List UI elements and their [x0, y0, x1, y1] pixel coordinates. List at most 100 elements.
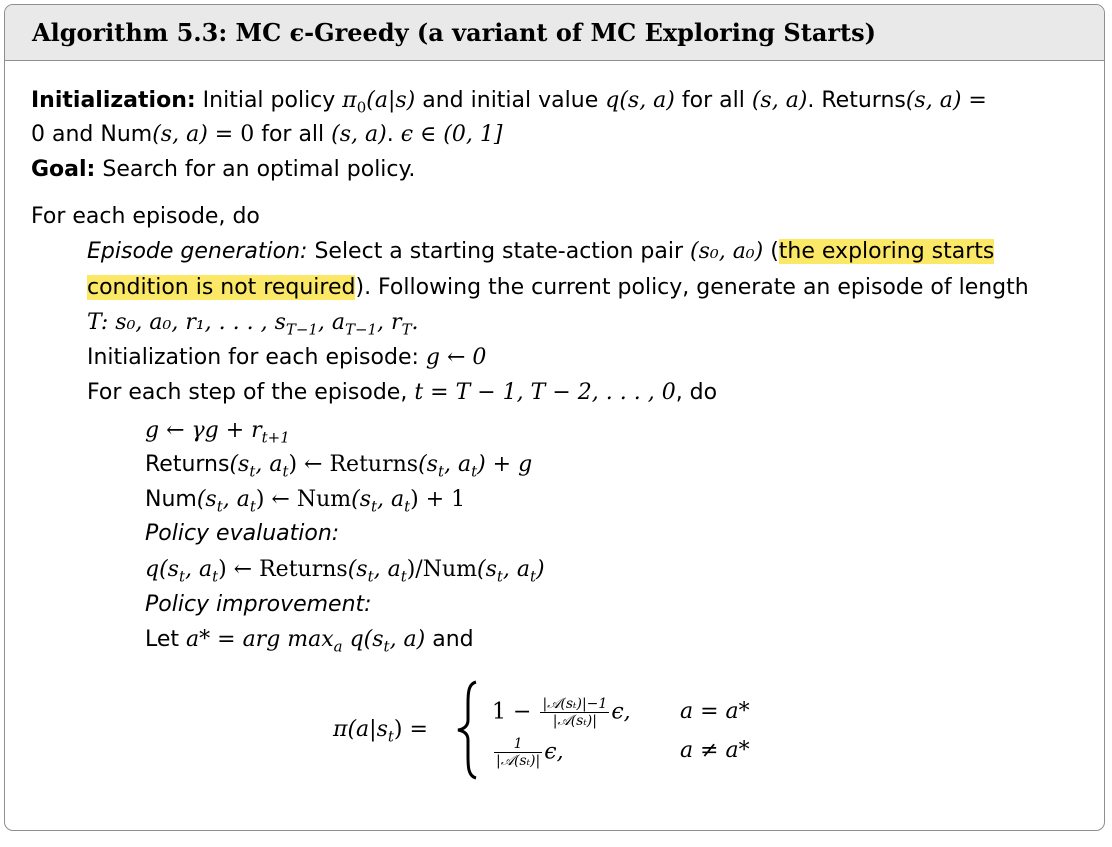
- left-brace-icon: [457, 680, 477, 780]
- case2-den: |𝒜(sₜ)|: [496, 753, 541, 769]
- pi-lhs: π(a|s: [333, 717, 388, 742]
- q-returns-a: , a: [373, 557, 401, 582]
- q-returns-s: (s: [347, 557, 368, 582]
- case1-fraction: |𝒜(sₜ)|−1 |𝒜(sₜ)|: [540, 696, 610, 729]
- q-arrow-returns: ) ← Returns: [218, 557, 348, 582]
- episode-generation-text: Select a starting state-action pair: [307, 239, 691, 264]
- do-text: , do: [675, 380, 718, 405]
- and-text: and: [425, 627, 474, 652]
- returns-s: (s: [229, 452, 250, 477]
- num-a-2: , a: [377, 487, 405, 512]
- sa-1: (s, a): [751, 88, 808, 113]
- sa-3: (s, a): [152, 122, 208, 147]
- q-num-s: (s: [476, 557, 497, 582]
- episode-seq-a: T: s₀, a₀, r₁, . . . , s: [87, 310, 286, 335]
- init-text-3: for all: [674, 88, 752, 113]
- algorithm-title: Algorithm 5.3: MC ϵ-Greedy (a variant of…: [5, 5, 1104, 61]
- episode-seq-c: , r: [377, 310, 402, 335]
- num-word: Num: [145, 487, 197, 512]
- num-plus-one: ) + 1: [410, 487, 466, 512]
- episode-generation-line-2: condition is not required). Following th…: [87, 273, 1029, 303]
- returns-arrow: ) ← Returns: [288, 452, 419, 477]
- case2-num: 1: [494, 736, 543, 753]
- highlight-text-2: condition is not required: [87, 275, 356, 300]
- init-line-1: Initialization: Initial policy π0(a|s) a…: [31, 86, 987, 116]
- episode-sequence-line: T: s₀, a₀, r₁, . . . , sT−1, aT−1, rT.: [87, 308, 419, 338]
- returns-a-2: , a: [443, 452, 472, 477]
- returns-word: Returns: [145, 452, 230, 477]
- a-star: a* = arg max: [186, 627, 334, 652]
- q-st: q(s: [342, 627, 384, 652]
- init-label: Initialization:: [31, 88, 196, 113]
- init-text-6: for all: [254, 122, 332, 147]
- for-each-step-line: For each step of the episode, t = T − 1,…: [87, 378, 717, 408]
- episode-seq-sub1: T−1: [285, 320, 318, 339]
- paren-open: (: [763, 239, 779, 264]
- episode-seq-end: .: [411, 310, 419, 335]
- init-each-episode-line: Initialization for each episode: g ← 0: [87, 343, 486, 373]
- sa-4: (s, a): [331, 122, 387, 147]
- goal-line: Goal: Search for an optimal policy.: [31, 155, 415, 185]
- policy-improvement-label: Policy improvement:: [145, 592, 372, 617]
- returns-update-line: Returns(st, at) ← Returns(st, at) + g: [145, 450, 532, 480]
- episode-generation-label: Episode generation:: [87, 239, 308, 264]
- init-text: Initial policy: [202, 88, 343, 113]
- case1-eps: ϵ,: [611, 699, 631, 725]
- pi-lhs-eq: ) =: [393, 717, 428, 742]
- num-s-2: (s: [351, 487, 372, 512]
- case-1: 1 − |𝒜(sₜ)|−1 |𝒜(sₜ)| ϵ,: [492, 696, 631, 729]
- q-num-a: , a: [502, 557, 530, 582]
- returns-a: , a: [255, 452, 283, 477]
- num-update-line: Num(st, at) ← Num(st, at) + 1: [145, 485, 465, 515]
- eps-range: ϵ ∈ (0, 1]: [400, 122, 503, 147]
- g-init: g ← 0: [425, 345, 487, 370]
- case1-num: |𝒜(sₜ)|−1: [540, 696, 610, 713]
- q-a: , a: [184, 557, 213, 582]
- policy-evaluation-label: Policy evaluation:: [145, 521, 340, 546]
- init-text-7: .: [386, 122, 401, 147]
- for-each-episode: For each episode, do: [31, 204, 260, 229]
- case-2: 1 |𝒜(sₜ)| ϵ,: [492, 736, 564, 769]
- init-line-2: 0 and Num(s, a) = 0 for all (s, a). ϵ ∈ …: [31, 120, 502, 150]
- q-s: q(s: [145, 557, 179, 582]
- pi0-args: (a|s): [366, 88, 416, 113]
- init-eq-2: = 0: [207, 122, 255, 147]
- init-text-2: and initial value: [415, 88, 606, 113]
- goal-label: Goal:: [31, 157, 96, 182]
- case2-fraction: 1 |𝒜(sₜ)|: [494, 736, 543, 769]
- sa-2: (s, a): [905, 88, 962, 113]
- for-each-step-text: For each step of the episode,: [87, 380, 415, 405]
- g-update-line: g ← γg + rt+1: [145, 416, 290, 446]
- episode-generation-line: Episode generation: Select a starting st…: [87, 237, 995, 267]
- case2-eps: ϵ,: [544, 739, 564, 765]
- case1-condition: a = a*: [680, 699, 750, 724]
- case1-prefix: 1 −: [492, 699, 532, 725]
- case2-condition: a ≠ a*: [680, 738, 750, 763]
- s0a0: (s₀, a₀): [690, 239, 764, 264]
- init-each-episode-text: Initialization for each episode:: [87, 345, 426, 370]
- let-a-star-line: Let a* = arg maxa q(st, a) and: [145, 625, 474, 655]
- returns-s-2: (s: [418, 452, 438, 477]
- q-update-line: q(st, at) ← Returns(st, at)/Num(st, at): [145, 555, 545, 585]
- g-update-sub: t+1: [261, 428, 290, 447]
- after-highlight: ). Following the current policy, generat…: [355, 275, 1029, 300]
- case1-den: |𝒜(sₜ)|: [552, 713, 597, 729]
- t-sequence: t = T − 1, T − 2, . . . , 0: [414, 380, 676, 405]
- argmax-sub: a: [333, 637, 343, 656]
- q-div-num: )/Num: [406, 557, 477, 582]
- q-close: ): [536, 557, 545, 582]
- policy-formula-lhs: π(a|st) =: [333, 715, 428, 745]
- init-text-5: 0 and Num: [31, 122, 153, 147]
- q-a-close: , a): [389, 627, 426, 652]
- pi0-symbol: π: [342, 88, 357, 113]
- episode-seq-sub3: T: [401, 320, 412, 339]
- returns-plus-g: ) + g: [477, 452, 533, 477]
- init-text-4: . Returns: [807, 88, 906, 113]
- init-eq: =: [961, 88, 987, 113]
- pi0-sub: 0: [356, 98, 367, 117]
- episode-seq-b: , a: [317, 310, 346, 335]
- goal-text: Search for an optimal policy.: [95, 157, 416, 182]
- num-arrow: ) ← Num: [255, 487, 352, 512]
- q-sa: q(s, a): [605, 88, 675, 113]
- highlight-text-1: the exploring starts: [778, 239, 995, 264]
